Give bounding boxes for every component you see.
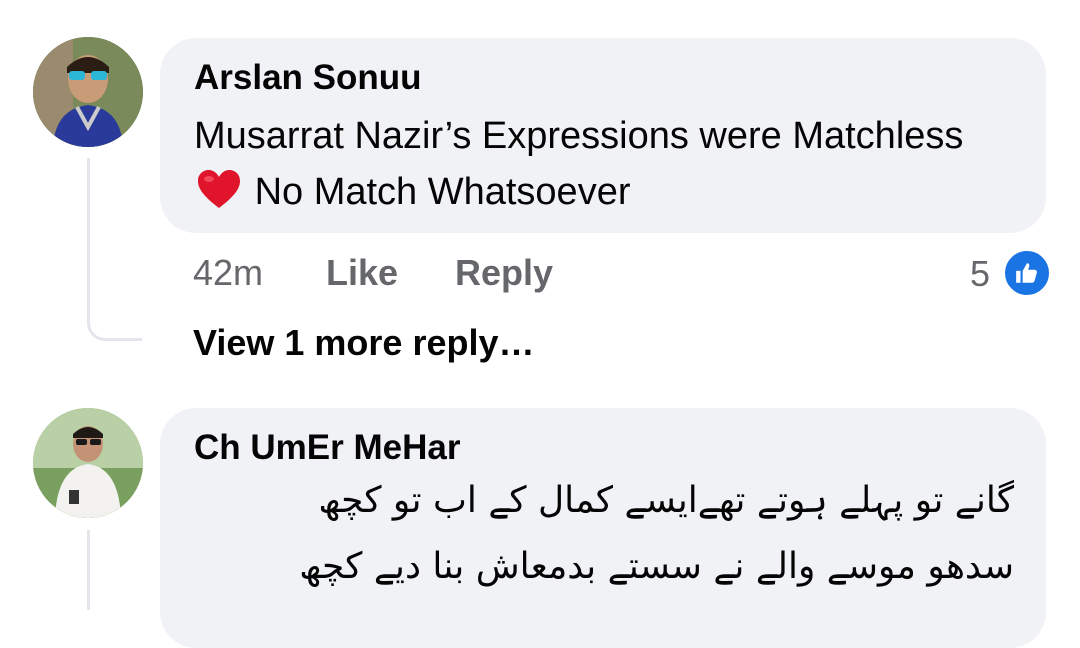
reply-thread-connector (87, 158, 142, 341)
like-icon[interactable] (1002, 248, 1052, 298)
comment-author[interactable]: Ch UmEr MeHar (194, 428, 460, 468)
heart-icon (198, 170, 240, 208)
comment-text-line: گانے تو پہلے ہوتے تھےایسے کمال کے اب تو … (318, 480, 1014, 521)
comment-text-line: سدھو موسے والے نے سستے بدمعاش بنا دیے کچ… (299, 546, 1014, 587)
reaction-count[interactable]: 5 (970, 253, 990, 295)
avatar-arslan-sonuu[interactable] (33, 37, 143, 147)
comment-bubble: Ch UmEr MeHar گانے تو پہلے ہوتے تھےایسے … (160, 408, 1046, 648)
reply-button[interactable]: Reply (455, 252, 553, 294)
comment-text-part: Musarrat Nazir’s Expressions were Matchl… (194, 115, 964, 157)
view-more-replies-link[interactable]: View 1 more reply… (193, 322, 535, 364)
reply-thread-connector (87, 530, 142, 610)
like-button[interactable]: Like (326, 252, 398, 294)
comment-timestamp[interactable]: 42m (193, 252, 263, 294)
thumbs-up-icon (1016, 263, 1037, 283)
comment-text-part: No Match Whatsoever (254, 171, 631, 213)
comment-bubble: Arslan Sonuu Musarrat Nazir’s Expression… (160, 38, 1046, 233)
comment-text: Musarrat Nazir’s Expressions were Matchl… (194, 108, 994, 220)
profile-photo-icon (33, 408, 143, 518)
avatar-ch-umer-mehar[interactable] (33, 408, 143, 518)
comment-author[interactable]: Arslan Sonuu (194, 58, 422, 98)
profile-photo-icon (33, 37, 143, 147)
